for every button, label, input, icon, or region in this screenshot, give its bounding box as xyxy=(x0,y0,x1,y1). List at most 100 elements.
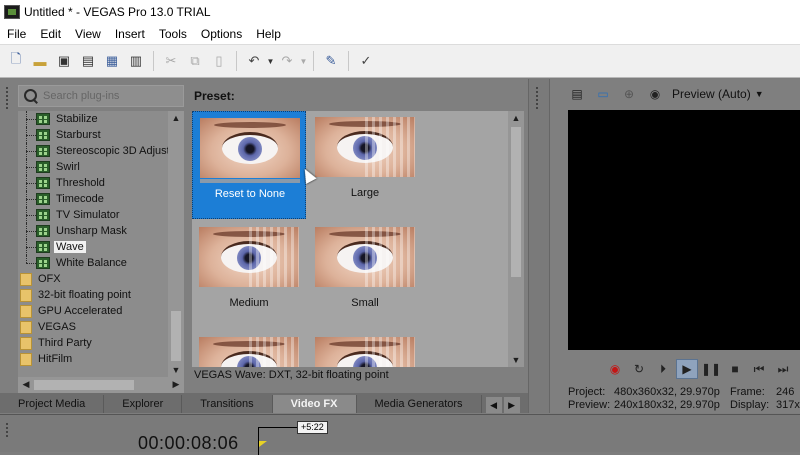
main-toolbar: 🗋 ▬ ▣ ▤ ▦ ▥ ✂ ⧉ ▯ ↶ ▼ ↷ ▼ ✎ ✓ xyxy=(0,44,800,78)
tree-item-timecode[interactable]: Timecode xyxy=(18,191,168,207)
preview-toolbar: ▤ ▭ ⊕ ◉ Preview (Auto) ▼ xyxy=(566,82,800,106)
preset-tile[interactable] xyxy=(192,331,306,367)
paste-icon[interactable]: ▯ xyxy=(208,50,230,72)
tree-item-tv-simulator[interactable]: TV Simulator xyxy=(18,207,168,223)
play-icon[interactable]: ▶ xyxy=(676,359,698,379)
docking-grip[interactable] xyxy=(3,85,13,395)
tree-item-swirl[interactable]: Swirl xyxy=(18,159,168,175)
frame-value: 246 xyxy=(776,386,795,398)
folder-ofx[interactable]: OFX xyxy=(18,271,168,287)
tab-project-media[interactable]: Project Media xyxy=(0,395,105,413)
record-icon[interactable]: ◉ xyxy=(604,359,626,379)
save-icon[interactable]: ▣ xyxy=(53,50,75,72)
tree-item-white-balance[interactable]: White Balance xyxy=(18,255,168,271)
scroll-up-icon[interactable]: ▲ xyxy=(168,113,184,123)
preset-vertical-scrollbar[interactable]: ▲ ▼ xyxy=(508,111,524,367)
transport-controls: ◉ ↻ ⏵ ▶ ❚❚ ■ ⏮ ⏭ xyxy=(604,358,800,380)
tree-item-starburst[interactable]: Starburst xyxy=(18,127,168,143)
preview-properties-icon[interactable]: ▤ xyxy=(566,84,588,104)
preset-small[interactable]: Small xyxy=(308,221,422,329)
tree-item-stabilize[interactable]: Stabilize xyxy=(18,111,168,127)
tab-scroll-right-icon[interactable]: ▶ xyxy=(503,397,520,413)
tab-video-fx[interactable]: Video FX xyxy=(272,395,357,413)
new-file-icon[interactable]: 🗋 xyxy=(5,50,27,72)
redo-dropdown-icon[interactable]: ▼ xyxy=(299,57,308,66)
preview-quality-dropdown-icon[interactable]: ▼ xyxy=(755,89,764,99)
folder-third-party[interactable]: Third Party xyxy=(18,335,168,351)
tab-scroll-left-icon[interactable]: ◀ xyxy=(485,397,502,413)
folder-gpu-accelerated[interactable]: GPU Accelerated xyxy=(18,303,168,319)
scroll-right-icon[interactable]: ▶ xyxy=(168,379,184,390)
folder-icon xyxy=(20,289,32,302)
preview-info: Project: 480x360x32, 29.970p Frame: 246 … xyxy=(568,386,800,412)
docking-grip[interactable] xyxy=(533,85,543,385)
tree-item-stereoscopic[interactable]: Stereoscopic 3D Adjust xyxy=(18,143,168,159)
copy-icon[interactable]: ⧉ xyxy=(184,50,206,72)
folder-vegas[interactable]: VEGAS xyxy=(18,319,168,335)
display-label: Display: xyxy=(730,399,770,411)
scroll-up-icon[interactable]: ▲ xyxy=(508,113,524,123)
scroll-down-icon[interactable]: ▼ xyxy=(508,355,524,365)
search-box xyxy=(18,85,184,107)
properties-icon[interactable]: ▥ xyxy=(125,50,147,72)
stop-icon[interactable]: ■ xyxy=(724,359,746,379)
tree-item-label: Timecode xyxy=(56,193,104,205)
timecode-display: 00:00:08:06 xyxy=(138,433,239,453)
tree-vertical-scrollbar[interactable]: ▲ ▼ xyxy=(168,111,184,377)
docking-grip[interactable] xyxy=(3,421,13,451)
pause-icon[interactable]: ❚❚ xyxy=(700,359,722,379)
folder-icon xyxy=(20,353,32,366)
undo-icon[interactable]: ↶ xyxy=(243,50,265,72)
open-folder-icon[interactable]: ▬ xyxy=(29,50,51,72)
undo-dropdown-icon[interactable]: ▼ xyxy=(266,57,275,66)
menu-tools[interactable]: Tools xyxy=(152,27,194,41)
tab-transitions[interactable]: Transitions xyxy=(182,395,273,413)
scroll-down-icon[interactable]: ▼ xyxy=(168,365,184,375)
menu-file[interactable]: File xyxy=(0,27,33,41)
vegas-app-icon xyxy=(4,5,20,19)
redo-icon[interactable]: ↷ xyxy=(276,50,298,72)
tree-item-threshold[interactable]: Threshold xyxy=(18,175,168,191)
scroll-thumb[interactable] xyxy=(171,311,181,361)
scroll-thumb[interactable] xyxy=(34,380,134,390)
scroll-thumb[interactable] xyxy=(511,127,521,277)
enable-snapping-icon[interactable]: ✎ xyxy=(320,50,342,72)
menu-view[interactable]: View xyxy=(68,27,108,41)
auto-ripple-icon[interactable]: ✓ xyxy=(355,50,377,72)
tab-media-generators[interactable]: Media Generators xyxy=(357,395,482,413)
menu-insert[interactable]: Insert xyxy=(108,27,152,41)
render-as-icon[interactable]: ▦ xyxy=(101,50,123,72)
external-monitor-icon[interactable]: ▭ xyxy=(592,84,614,104)
go-to-end-icon[interactable]: ⏭ xyxy=(772,359,794,379)
tree-item-label: TV Simulator xyxy=(56,209,120,221)
preset-large[interactable]: Large xyxy=(308,111,422,219)
folder-32bit[interactable]: 32-bit floating point xyxy=(18,287,168,303)
play-from-start-icon[interactable]: ⏵ xyxy=(652,359,674,379)
preset-tile[interactable] xyxy=(308,331,422,367)
menu-help[interactable]: Help xyxy=(249,27,288,41)
tree-horizontal-scrollbar[interactable]: ◀ ▶ xyxy=(18,377,184,393)
save-as-icon[interactable]: ▤ xyxy=(77,50,99,72)
cut-icon[interactable]: ✂ xyxy=(160,50,182,72)
tree-item-wave[interactable]: Wave xyxy=(18,239,168,255)
menu-edit[interactable]: Edit xyxy=(33,27,68,41)
tree-item-label-selected: Wave xyxy=(54,241,86,253)
preview-quality-label[interactable]: Preview (Auto) xyxy=(672,87,751,101)
split-screen-icon[interactable]: ◉ xyxy=(644,84,666,104)
scroll-left-icon[interactable]: ◀ xyxy=(18,379,34,390)
go-to-start-icon[interactable]: ⏮ xyxy=(748,359,770,379)
timeline-marker[interactable]: +5:22 xyxy=(297,421,328,434)
preset-reset-to-none[interactable]: Reset to None xyxy=(192,111,306,219)
tree-item-label: Unsharp Mask xyxy=(56,225,127,237)
preset-thumbnail xyxy=(315,227,415,287)
loop-region-flag-icon[interactable] xyxy=(259,441,267,447)
menu-options[interactable]: Options xyxy=(194,27,249,41)
tree-item-unsharp-mask[interactable]: Unsharp Mask xyxy=(18,223,168,239)
folder-hitfilm[interactable]: HitFilm xyxy=(18,351,168,367)
loop-playback-icon[interactable]: ↻ xyxy=(628,359,650,379)
video-fx-icon xyxy=(36,177,50,189)
search-plugins-input[interactable] xyxy=(43,90,173,102)
preset-medium[interactable]: Medium xyxy=(192,221,306,329)
video-fx-icon[interactable]: ⊕ xyxy=(618,84,640,104)
tab-explorer[interactable]: Explorer xyxy=(104,395,183,413)
